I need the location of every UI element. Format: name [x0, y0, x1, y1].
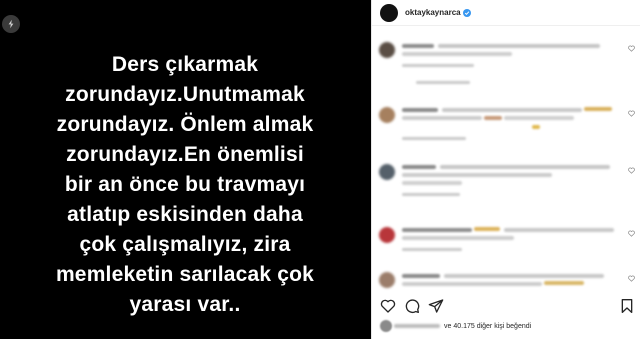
- verified-badge-icon: [462, 8, 471, 17]
- comments-list[interactable]: [372, 27, 640, 293]
- post-actions-bar: [380, 296, 635, 316]
- author-username[interactable]: oktaykaynarca: [405, 8, 461, 17]
- likes-count-text: ve 40.175 diğer kişi beğendi: [444, 322, 532, 330]
- post-text-line: yarası var..: [129, 293, 241, 316]
- post-text-line: memleketin sarılacak çok: [55, 263, 315, 286]
- heart-icon[interactable]: [380, 298, 396, 314]
- comment-emoji-blurred: [544, 281, 584, 285]
- comment-text-blurred: [504, 228, 614, 232]
- comment-like-heart-icon[interactable]: [628, 167, 635, 174]
- post-text-line: çok çalışmalıyız, zira: [79, 233, 291, 256]
- commenter-avatar[interactable]: [379, 42, 395, 58]
- comment-text-blurred: [402, 165, 436, 169]
- comment-item: [372, 161, 640, 211]
- comment-meta-blurred: [402, 64, 474, 67]
- post-caption-text: Ders çıkarmak zorundayız.Unutmamak zorun…: [20, 50, 350, 320]
- comment-like-heart-icon[interactable]: [628, 275, 635, 282]
- comment-meta-blurred: [402, 137, 466, 140]
- post-header: oktaykaynarca: [372, 0, 640, 26]
- liker-name-blurred: [394, 324, 440, 328]
- post-sidebar: oktaykaynarca ve 40.175 diğer kişi beğen…: [371, 0, 640, 339]
- post-image: Ders çıkarmak zorundayız.Unutmamak zorun…: [0, 0, 371, 339]
- likes-summary[interactable]: ve 40.175 diğer kişi beğendi: [380, 320, 531, 332]
- post-text-line: zorundayız.Unutmamak: [65, 83, 305, 106]
- comment-like-heart-icon[interactable]: [628, 45, 635, 52]
- comment-text-blurred: [402, 274, 440, 278]
- comment-item: [372, 103, 640, 153]
- comment-text-blurred: [402, 282, 542, 286]
- comment-item: [372, 39, 640, 89]
- comment-meta-blurred: [402, 193, 460, 196]
- post-text-line: zorundayız. Önlem almak: [56, 113, 314, 136]
- comment-like-heart-icon[interactable]: [628, 110, 635, 117]
- liker-avatar: [380, 320, 392, 332]
- comment-emoji-blurred: [532, 125, 540, 129]
- comment-like-heart-icon[interactable]: [628, 230, 635, 237]
- comment-text-blurred: [444, 274, 604, 278]
- post-text-line: atlatıp eskisinden daha: [67, 203, 303, 226]
- comment-emoji-blurred: [584, 107, 612, 111]
- comment-item: [372, 271, 640, 293]
- post-text-line: Ders çıkarmak: [111, 53, 259, 76]
- lightning-icon: [2, 15, 20, 33]
- comment-text-blurred: [402, 108, 438, 112]
- comment-text-blurred: [442, 108, 582, 112]
- commenter-avatar[interactable]: [379, 227, 395, 243]
- post-text-line: zorundayız.En önemlisi: [66, 143, 304, 166]
- author-avatar[interactable]: [380, 3, 398, 22]
- post-text-line: bir an önce bu travmayı: [64, 173, 306, 196]
- comment-text-blurred: [402, 181, 462, 185]
- comment-item: [372, 223, 640, 267]
- comment-replies-blurred: [416, 81, 470, 84]
- comment-text-blurred: [440, 165, 610, 169]
- comment-icon[interactable]: [404, 298, 420, 314]
- comment-text-blurred: [402, 236, 514, 240]
- share-icon[interactable]: [428, 298, 444, 314]
- comment-emoji-blurred: [484, 116, 502, 120]
- commenter-avatar[interactable]: [379, 272, 395, 288]
- comment-text-blurred: [402, 52, 512, 56]
- commenter-avatar[interactable]: [379, 164, 395, 180]
- comment-text-blurred: [402, 173, 552, 177]
- comment-text-blurred: [402, 44, 434, 48]
- comment-meta-blurred: [402, 248, 462, 251]
- comment-emoji-blurred: [474, 227, 500, 231]
- commenter-avatar[interactable]: [379, 107, 395, 123]
- bookmark-icon[interactable]: [619, 298, 635, 314]
- comment-text-blurred: [504, 116, 574, 120]
- comment-text-blurred: [402, 228, 472, 232]
- comment-text-blurred: [438, 44, 600, 48]
- comment-text-blurred: [402, 116, 482, 120]
